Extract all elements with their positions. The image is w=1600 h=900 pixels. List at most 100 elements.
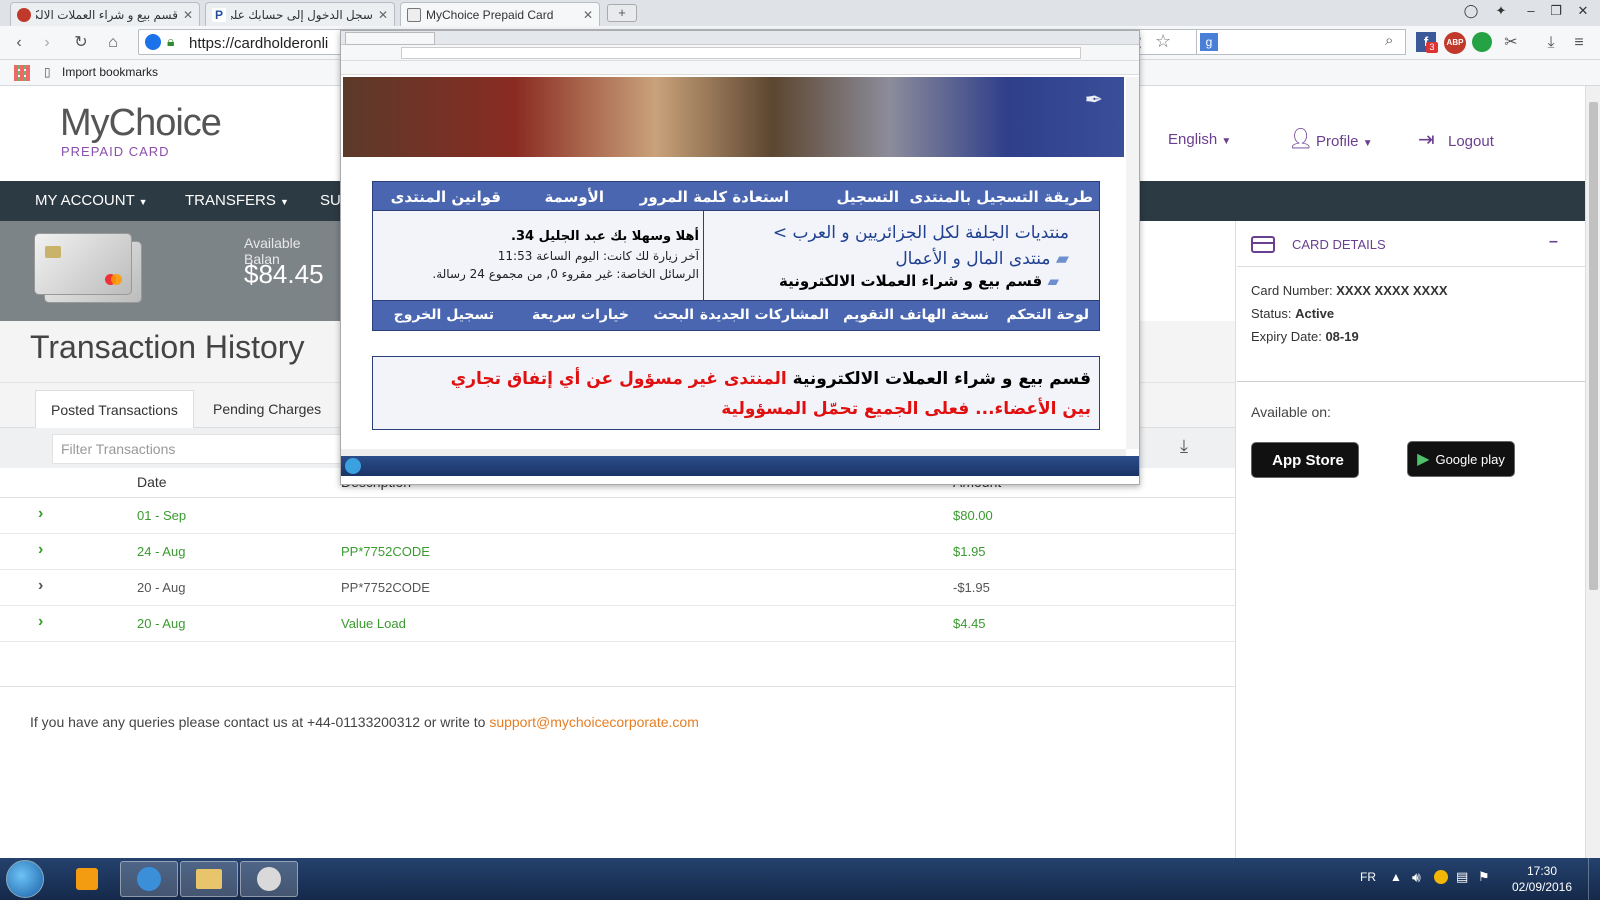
caret-down-icon: ▼: [1362, 138, 1373, 149]
logo-text[interactable]: MyChoice: [60, 102, 222, 145]
table-row[interactable]: › 01 - Sep $80.00: [0, 498, 1235, 534]
language-dropdown[interactable]: English ▼: [1168, 131, 1231, 148]
browser-tab-forum[interactable]: قسم بيع و شراء العملات الالكترو ✕: [10, 2, 200, 26]
google-play-button[interactable]: ▶ Google play: [1407, 441, 1515, 477]
show-hidden-icons-icon[interactable]: ▲: [1390, 870, 1402, 884]
support-email-link[interactable]: support@mychoicecorporate.com: [489, 714, 699, 730]
chevron-right-icon[interactable]: ›: [38, 613, 43, 631]
download-icon[interactable]: ⤓: [1180, 436, 1188, 457]
forum-nav-item[interactable]: المشاركات الجديدة: [700, 307, 829, 323]
minimize-icon[interactable]: –: [1520, 3, 1542, 21]
forum-nav-item[interactable]: تسجيل الخروج: [394, 307, 494, 323]
table-row[interactable]: › 20 - Aug PP*7752CODE -$1.95: [0, 570, 1235, 606]
private-messages-text[interactable]: الرسائل الخاصة: غير مقروء 0, من مجموع 24…: [432, 267, 699, 281]
forum-nav-item[interactable]: طريقة التسجيل بالمنتدى: [909, 188, 1093, 206]
browser-tab-mychoice[interactable]: MyChoice Prepaid Card ✕: [400, 2, 600, 26]
reload-icon[interactable]: ↻: [70, 32, 92, 54]
logout-icon[interactable]: ⇥: [1418, 127, 1435, 152]
forum-nav-item[interactable]: قوانين المنتدى: [391, 188, 501, 206]
show-desktop-button[interactable]: [1588, 858, 1600, 900]
tab-pending-charges[interactable]: Pending Charges: [198, 390, 336, 429]
forum-nav-item[interactable]: التقويم: [843, 307, 894, 323]
clock-time[interactable]: 17:30: [1512, 864, 1572, 878]
app-store-button[interactable]: App Store: [1251, 442, 1359, 478]
card-details-title[interactable]: CARD DETAILS: [1292, 237, 1386, 252]
collapse-button[interactable]: –: [1549, 233, 1558, 251]
overlay-taskbar: [341, 456, 1139, 476]
page-scrollbar[interactable]: [1585, 86, 1600, 858]
forum-nav-item[interactable]: الأوسمة: [544, 188, 604, 206]
forum-nav-item[interactable]: لوحة التحكم: [1007, 307, 1089, 323]
row-amount: $80.00: [953, 508, 993, 523]
download-icon[interactable]: ⤓: [1540, 32, 1562, 54]
forum-nav-item[interactable]: التسجيل: [837, 188, 899, 206]
breadcrumb-2[interactable]: ▰ منتدى المال و الأعمال: [895, 249, 1069, 269]
forum-nav-item[interactable]: نسخة الهاتف: [900, 307, 989, 323]
profile-dropdown[interactable]: Profile ▼: [1316, 133, 1373, 150]
overlay-vscrollbar: [1126, 77, 1139, 449]
profile-label: Profile: [1316, 133, 1359, 150]
table-row[interactable]: › 24 - Aug PP*7752CODE $1.95: [0, 534, 1235, 570]
nav-transfers[interactable]: TRANSFERS ▼: [185, 192, 289, 209]
pin-icon[interactable]: ✦: [1490, 3, 1512, 21]
apps-icon[interactable]: [14, 65, 30, 81]
start-icon: [345, 458, 361, 474]
browser-taskbar-button[interactable]: [120, 861, 178, 897]
back-icon[interactable]: ‹: [8, 32, 30, 54]
tray-app-icon[interactable]: [1434, 870, 1448, 884]
overlay-hscrollbar: [341, 449, 1126, 456]
search-input[interactable]: g ⌕: [1196, 29, 1406, 55]
nav-my-account[interactable]: MY ACCOUNT ▼: [35, 192, 148, 209]
import-bookmarks-link[interactable]: Import bookmarks: [62, 65, 158, 79]
clock-date[interactable]: 02/09/2016: [1508, 880, 1576, 894]
explorer-taskbar-button[interactable]: [180, 861, 238, 897]
folder-icon: ▰: [1055, 249, 1069, 269]
forum-nav-item[interactable]: خيارات سريعة: [532, 307, 629, 323]
close-icon[interactable]: ✕: [583, 8, 593, 22]
windows-start-icon[interactable]: [6, 860, 44, 898]
star-icon[interactable]: ☆: [1155, 31, 1171, 52]
network-icon[interactable]: ▤: [1456, 869, 1468, 885]
column-header-date[interactable]: Date: [137, 474, 167, 490]
table-row[interactable]: › 20 - Aug Value Load $4.45: [0, 606, 1235, 642]
volume-icon[interactable]: 🔊︎: [1412, 869, 1421, 886]
chat-icon[interactable]: ◯: [1460, 3, 1482, 21]
logout-link[interactable]: Logout: [1448, 133, 1494, 150]
close-icon[interactable]: ✕: [378, 8, 388, 22]
paint-taskbar-button[interactable]: [240, 861, 298, 897]
new-tab-button[interactable]: +: [607, 4, 637, 22]
browser-tab-strip: قسم بيع و شراء العملات الالكترو ✕ P سجل …: [0, 0, 1600, 26]
scrollbar-thumb[interactable]: [1589, 102, 1598, 590]
google-play-label: Google play: [1435, 451, 1505, 467]
close-icon[interactable]: ✕: [183, 8, 193, 22]
bookmark-page-icon: ▯: [44, 65, 51, 79]
adblock-icon[interactable]: ABP: [1444, 32, 1466, 54]
home-icon[interactable]: ⌂: [102, 32, 124, 54]
breadcrumb-text: منتدى المال و الأعمال: [895, 249, 1051, 269]
nav-support[interactable]: SU: [320, 192, 341, 209]
language-indicator[interactable]: FR: [1360, 870, 1376, 884]
tab-posted-transactions[interactable]: Posted Transactions: [35, 390, 194, 429]
close-window-icon[interactable]: ✕: [1572, 3, 1594, 21]
chevron-right-icon[interactable]: ›: [38, 505, 43, 523]
forum-nav-item[interactable]: البحث: [653, 307, 694, 323]
forum-nav-item[interactable]: استعادة كلمة المرور: [640, 188, 789, 206]
card-details-panel: CARD DETAILS – Card Number: XXXX XXXX XX…: [1235, 221, 1585, 858]
breadcrumb-1[interactable]: منتديات الجلفة لكل الجزائريين و العرب >: [773, 223, 1069, 243]
whatsapp-icon[interactable]: [1472, 32, 1492, 52]
expiry-label: Expiry Date:: [1251, 329, 1322, 344]
chevron-right-icon[interactable]: ›: [38, 577, 43, 595]
media-player-button[interactable]: [58, 861, 116, 897]
action-center-icon[interactable]: ⚑: [1478, 869, 1490, 885]
menu-icon[interactable]: ≡: [1568, 32, 1590, 54]
breadcrumb-3[interactable]: ▰ قسم بيع و شراء العملات الالكترونية: [779, 272, 1059, 290]
user-icon[interactable]: 👤︎: [1288, 126, 1313, 151]
forum-notice-box: قسم بيع و شراء العملات الالكترونية المنت…: [372, 356, 1100, 430]
search-icon[interactable]: ⌕: [1385, 32, 1393, 49]
filter-transactions-input[interactable]: Filter Transactions: [52, 434, 352, 464]
scissors-icon[interactable]: ✂: [1500, 32, 1522, 54]
restore-icon[interactable]: ❐: [1545, 3, 1567, 21]
forward-icon[interactable]: ›: [36, 32, 58, 54]
chevron-right-icon[interactable]: ›: [38, 541, 43, 559]
browser-tab-paypal[interactable]: P سجل الدخول إلى حسابك على ✕: [205, 2, 395, 26]
